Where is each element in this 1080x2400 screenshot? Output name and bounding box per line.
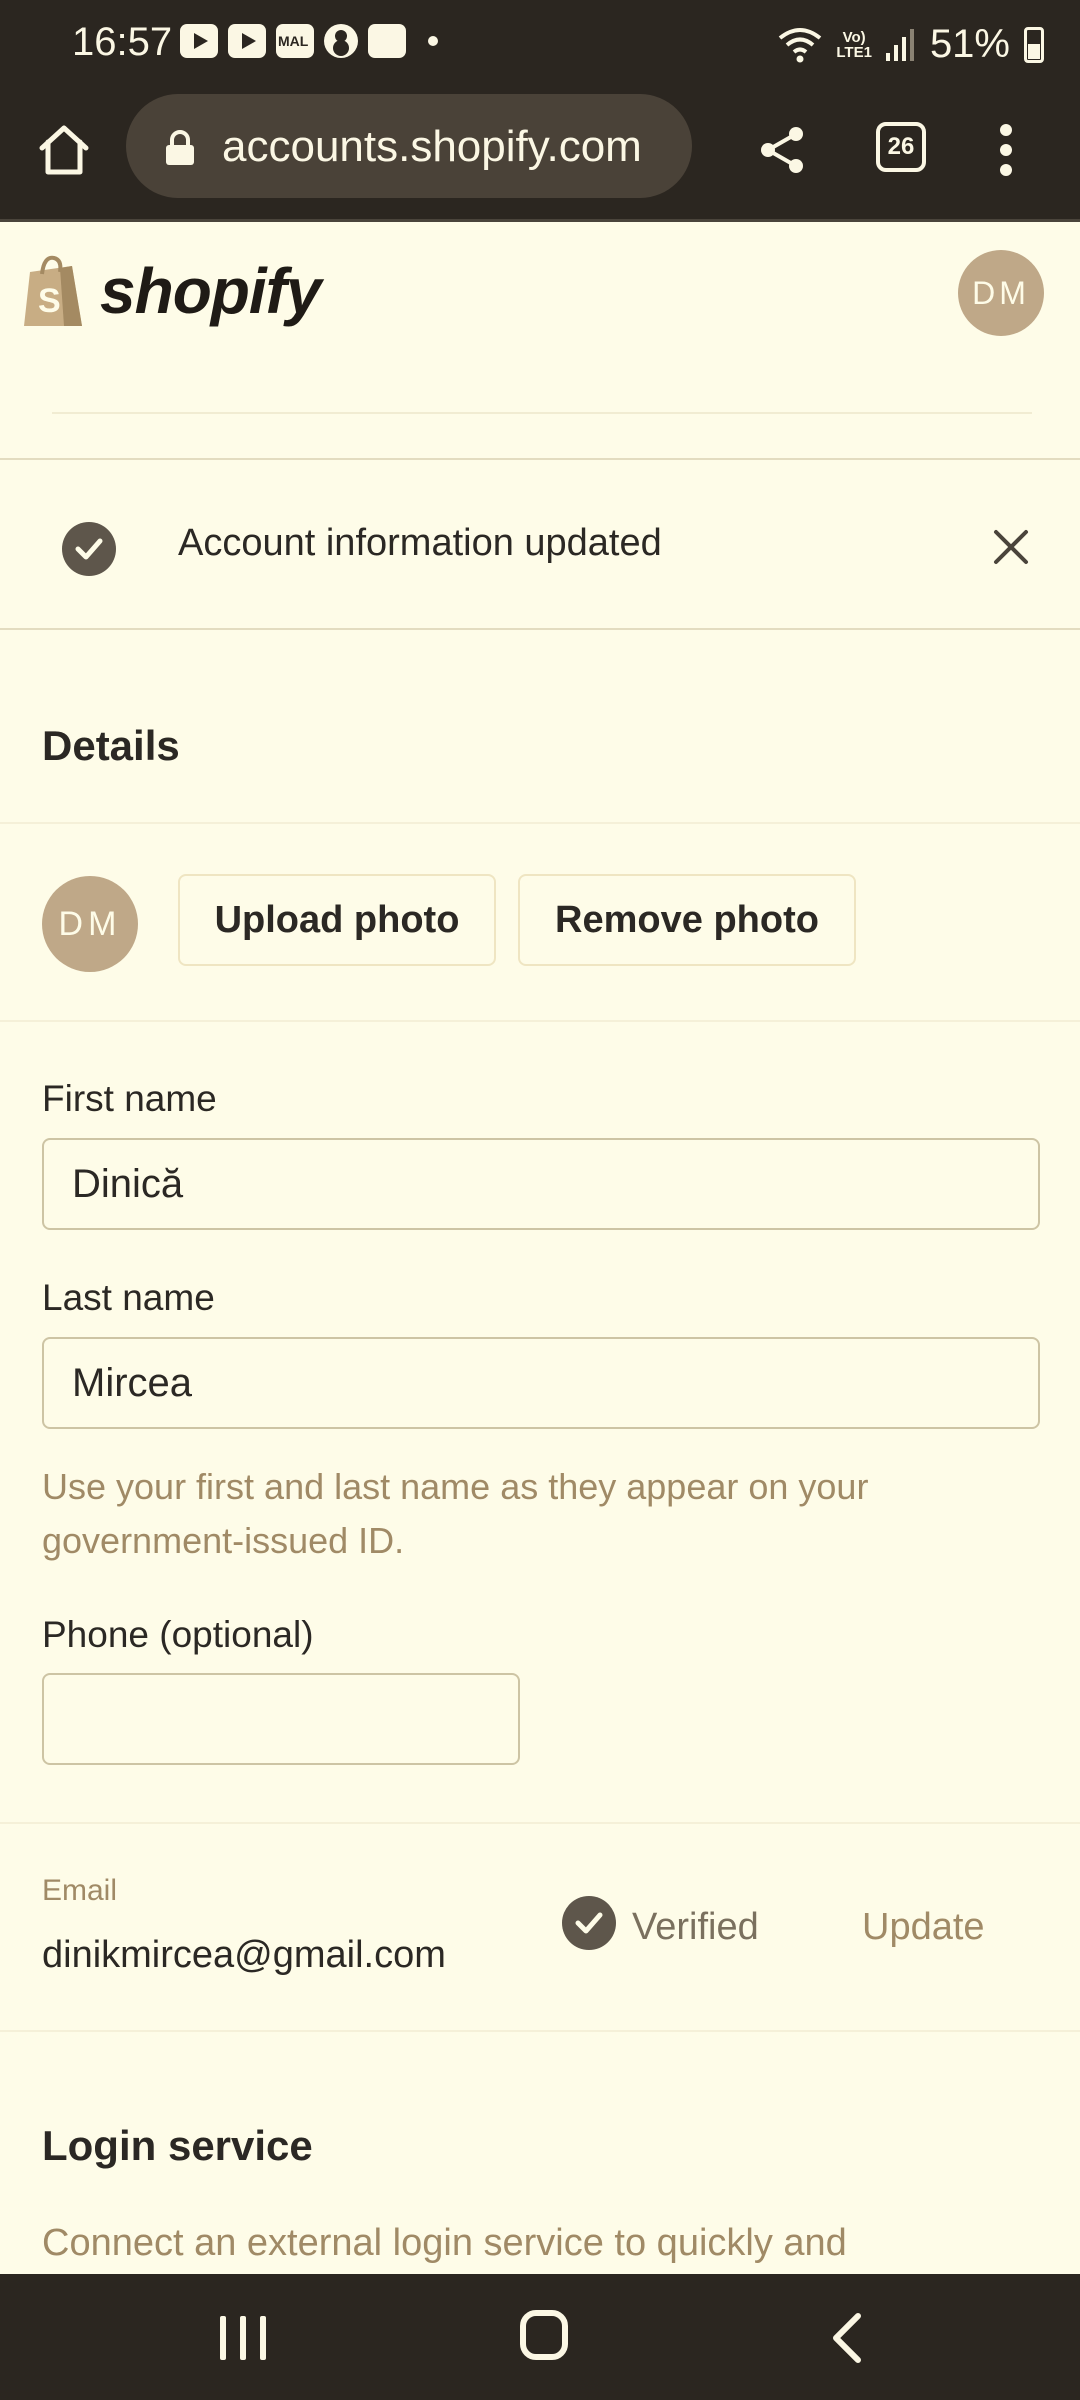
email-caption: Email (42, 1874, 118, 1907)
email-section: Email dinikmircea@gmail.com Verified Upd… (0, 1822, 1080, 2032)
tabs-button[interactable]: 26 (876, 122, 926, 172)
name-help-text: Use your first and last name as they app… (42, 1466, 869, 1561)
share-icon (761, 127, 803, 173)
first-name-label: First name (42, 1078, 217, 1119)
mal-app-icon: MAL (276, 24, 314, 58)
volte-bottom-text: LTE1 (836, 43, 872, 61)
home-icon (39, 125, 89, 175)
remove-photo-button[interactable]: Remove photo (518, 874, 856, 966)
mal-label: MAL (278, 33, 309, 49)
more-menu-button[interactable] (988, 120, 1024, 180)
verified-check-icon (562, 1896, 616, 1950)
banner-message: Account information updated (178, 522, 662, 564)
volte-indicator: Vo) LTE1 (836, 30, 872, 60)
account-avatar[interactable]: DM (958, 250, 1044, 336)
back-button[interactable] (826, 2312, 866, 2364)
battery-icon (1024, 26, 1044, 63)
last-name-field[interactable]: Mircea (42, 1337, 1040, 1429)
volte-top-text: Vo) (842, 28, 866, 46)
close-icon[interactable] (990, 526, 1032, 568)
status-time: 16:57 (72, 20, 173, 64)
status-bar: 16:57 MAL Vo) LTE1 51% (0, 0, 1080, 88)
details-heading: Details (42, 722, 180, 769)
photo-row: DM Upload photo Remove photo (0, 822, 1080, 1022)
share-button[interactable] (752, 120, 812, 180)
home-nav-button[interactable] (520, 2310, 568, 2360)
notification-icons: MAL (180, 24, 438, 58)
system-icons: Vo) LTE1 51% (778, 22, 1044, 67)
wifi-icon (778, 26, 822, 64)
shopify-bag-icon: S (24, 255, 82, 326)
system-navigation-bar (0, 2274, 1080, 2400)
battery-percentage: 51% (929, 22, 1010, 66)
recent-apps-button[interactable] (220, 2316, 266, 2360)
verified-status: Verified (632, 1906, 759, 1948)
upload-photo-button[interactable]: Upload photo (178, 874, 496, 966)
login-service-description: Connect an external login service to qui… (42, 2222, 847, 2264)
success-banner: Account information updated (0, 460, 1080, 630)
last-name-label: Last name (42, 1277, 215, 1318)
phone-field[interactable] (42, 1673, 520, 1765)
youtube-icon (228, 24, 266, 58)
back-chevron-icon (833, 2313, 861, 2363)
update-email-link[interactable]: Update (862, 1906, 985, 1949)
shopify-logo[interactable]: S shopify (20, 252, 322, 330)
login-service-heading: Login service (42, 2122, 313, 2169)
youtube-icon (180, 24, 218, 58)
address-bar[interactable]: accounts.shopify.com (126, 94, 692, 198)
lock-icon (164, 130, 196, 166)
email-address: dinikmircea@gmail.com (42, 1934, 446, 1976)
svg-text:S: S (38, 282, 61, 320)
lidl-plus-icon (368, 24, 406, 58)
browser-toolbar: accounts.shopify.com 26 (0, 88, 1080, 222)
account-icon (324, 24, 358, 58)
first-name-field[interactable]: Dinică (42, 1138, 1040, 1230)
divider (52, 412, 1032, 414)
profile-avatar: DM (42, 876, 138, 972)
home-button[interactable] (34, 120, 94, 180)
signal-icon (885, 27, 916, 63)
shopify-wordmark: shopify (100, 255, 322, 327)
checkmark-icon (62, 522, 116, 576)
shopify-header: S shopify DM (0, 222, 1080, 364)
url-text: accounts.shopify.com (222, 122, 642, 171)
more-notifications-dot-icon (428, 36, 438, 46)
phone-label: Phone (optional) (42, 1614, 314, 1655)
